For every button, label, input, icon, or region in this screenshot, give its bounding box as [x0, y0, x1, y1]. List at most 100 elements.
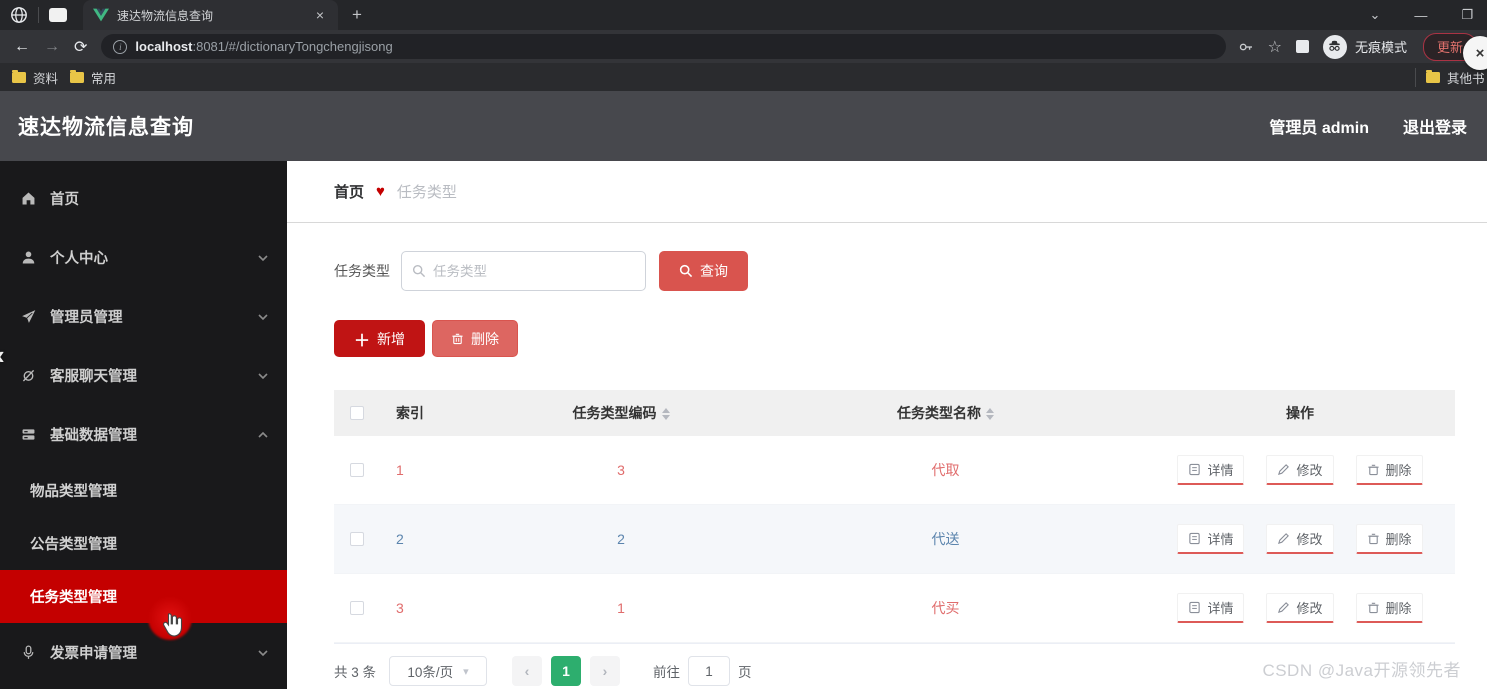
- trash-icon: [1367, 602, 1379, 614]
- table-header-row: 索引 任务类型编码 任务类型名称 操作: [334, 390, 1455, 436]
- chevron-up-icon: [258, 431, 268, 438]
- document-icon: [1189, 463, 1201, 476]
- cell-name: 代送: [931, 531, 960, 547]
- prev-page-button[interactable]: ‹: [512, 656, 543, 686]
- vue-logo-icon: [93, 8, 109, 22]
- url-path: :8081/#/dictionaryTongchengjisong: [192, 39, 393, 54]
- detail-button-label: 详情: [1207, 463, 1234, 478]
- user-icon: [22, 251, 35, 264]
- sidebar-item-admins[interactable]: 管理员管理: [0, 287, 287, 346]
- side-panel-icon[interactable]: [1295, 40, 1309, 53]
- edit-button[interactable]: 修改: [1266, 524, 1334, 554]
- folder-icon: [12, 69, 26, 83]
- tab-close-icon[interactable]: ×: [312, 7, 328, 23]
- goto-page-input[interactable]: [688, 656, 731, 686]
- search-input[interactable]: [433, 263, 635, 279]
- col-header-code[interactable]: 任务类型编码: [496, 403, 746, 423]
- detail-button-label: 详情: [1207, 601, 1234, 616]
- app-header: 速达物流信息查询 管理员 admin 退出登录: [0, 91, 1487, 161]
- cell-index: 3: [396, 600, 404, 616]
- row-checkbox[interactable]: [350, 463, 364, 477]
- row-delete-button[interactable]: 删除: [1355, 524, 1423, 554]
- delete-button[interactable]: 删除: [432, 320, 519, 357]
- table-row[interactable]: 2 2 代送 详情 修改 删除: [334, 505, 1455, 574]
- edit-button[interactable]: 修改: [1266, 455, 1334, 485]
- query-button[interactable]: 查询: [659, 251, 748, 291]
- address-bar[interactable]: i localhost:8081/#/dictionaryTongchengji…: [101, 34, 1226, 59]
- col-header-name[interactable]: 任务类型名称: [746, 403, 1145, 423]
- logout-link[interactable]: 退出登录: [1403, 114, 1467, 138]
- query-button-label: 查询: [700, 263, 728, 279]
- breadcrumb-home[interactable]: 首页: [334, 181, 364, 202]
- back-button[interactable]: ←: [14, 38, 30, 56]
- table-row[interactable]: 3 1 代买 详情 修改 删除: [334, 574, 1455, 643]
- password-key-icon[interactable]: [1238, 39, 1254, 55]
- row-delete-button[interactable]: 删除: [1355, 593, 1423, 623]
- sidebar-item-chat[interactable]: 客服聊天管理: [0, 346, 287, 405]
- sort-carets-icon[interactable]: [986, 408, 994, 421]
- row-checkbox[interactable]: [350, 601, 364, 615]
- cell-code: 1: [617, 600, 625, 616]
- sidebar-item-invoice[interactable]: 发票申请管理: [0, 623, 287, 682]
- app-title: 速达物流信息查询: [18, 116, 194, 139]
- pencil-icon: [1278, 464, 1290, 475]
- page-size-value: 10条/页: [407, 665, 454, 680]
- search-icon: [412, 264, 426, 278]
- add-button[interactable]: ＋ 新增: [334, 320, 426, 357]
- csdn-watermark: CSDN @Java开源领先者: [1262, 661, 1461, 680]
- row-checkbox[interactable]: [350, 532, 364, 546]
- trash-icon: [1367, 464, 1379, 476]
- next-page-button[interactable]: ›: [590, 656, 621, 686]
- new-tab-button[interactable]: +: [352, 5, 362, 25]
- breadcrumb-current: 任务类型: [396, 184, 457, 201]
- breadcrumb: 首页 ♥ 任务类型: [287, 161, 1487, 223]
- minimize-button[interactable]: —: [1414, 8, 1427, 23]
- reload-button[interactable]: ⟳: [74, 37, 87, 57]
- detail-button[interactable]: 详情: [1177, 524, 1245, 554]
- folder-icon: [1426, 69, 1440, 83]
- table-row[interactable]: 1 3 代取 详情 修改 删除: [334, 436, 1455, 505]
- current-page-button[interactable]: 1: [551, 656, 582, 686]
- sidebar-nav: 首页 个人中心 管理员管理 客服聊天管理 基础数据管理 物品类型管理 公告类型管…: [0, 161, 287, 689]
- tab-title: 速达物流信息查询: [117, 8, 214, 23]
- sidebar-subitem-item-types[interactable]: 物品类型管理: [0, 464, 287, 517]
- tab-thumbnail-icon[interactable]: [49, 8, 67, 22]
- sort-carets-icon[interactable]: [661, 408, 670, 421]
- sidebar-item-label: 客服聊天管理: [50, 369, 137, 385]
- search-field[interactable]: [401, 251, 646, 291]
- sidebar-item-label: 发票申请管理: [50, 646, 137, 662]
- other-bookmarks-folder[interactable]: 其他书: [1415, 67, 1487, 87]
- tab-search-icon[interactable]: ⌄: [1369, 7, 1380, 23]
- browser-tab[interactable]: 速达物流信息查询 ×: [83, 0, 338, 30]
- row-delete-button[interactable]: 删除: [1355, 455, 1423, 485]
- sidebar-item-basedata[interactable]: 基础数据管理: [0, 405, 287, 464]
- search-label: 任务类型: [334, 263, 390, 279]
- forward-button[interactable]: →: [44, 38, 60, 56]
- bookmark-folder-1[interactable]: 资料: [12, 68, 58, 87]
- search-form: 任务类型 查询: [334, 251, 1455, 291]
- detail-button[interactable]: 详情: [1177, 593, 1245, 623]
- sidebar-subitem-notice-types[interactable]: 公告类型管理: [0, 517, 287, 570]
- bookmark-folder-2[interactable]: 常用: [70, 68, 116, 87]
- incognito-label: 无痕模式: [1354, 40, 1407, 55]
- cell-code: 2: [617, 531, 625, 547]
- edit-button-label: 修改: [1296, 463, 1323, 478]
- detail-button[interactable]: 详情: [1177, 455, 1245, 485]
- page-size-select[interactable]: 10条/页 ▾: [389, 656, 488, 686]
- select-all-checkbox[interactable]: [350, 406, 364, 420]
- browser-logo-icon[interactable]: [10, 6, 28, 24]
- incognito-icon: [1322, 34, 1347, 59]
- divider: [38, 7, 39, 23]
- row-delete-button-label: 删除: [1385, 601, 1412, 616]
- sidebar-subitem-task-types[interactable]: 任务类型管理: [0, 570, 287, 623]
- site-info-icon[interactable]: i: [113, 39, 128, 54]
- sidebar-item-profile[interactable]: 个人中心: [0, 228, 287, 287]
- plus-icon: ＋: [354, 332, 371, 350]
- bookmark-star-icon[interactable]: ☆: [1268, 37, 1282, 57]
- edit-button[interactable]: 修改: [1266, 593, 1334, 623]
- restore-button[interactable]: ❐: [1461, 7, 1473, 23]
- row-delete-button-label: 删除: [1385, 463, 1412, 478]
- sidebar-item-label: 首页: [50, 192, 79, 208]
- sidebar-item-home[interactable]: 首页: [0, 169, 287, 228]
- left-edge-chevron-icon[interactable]: ‹: [0, 340, 5, 371]
